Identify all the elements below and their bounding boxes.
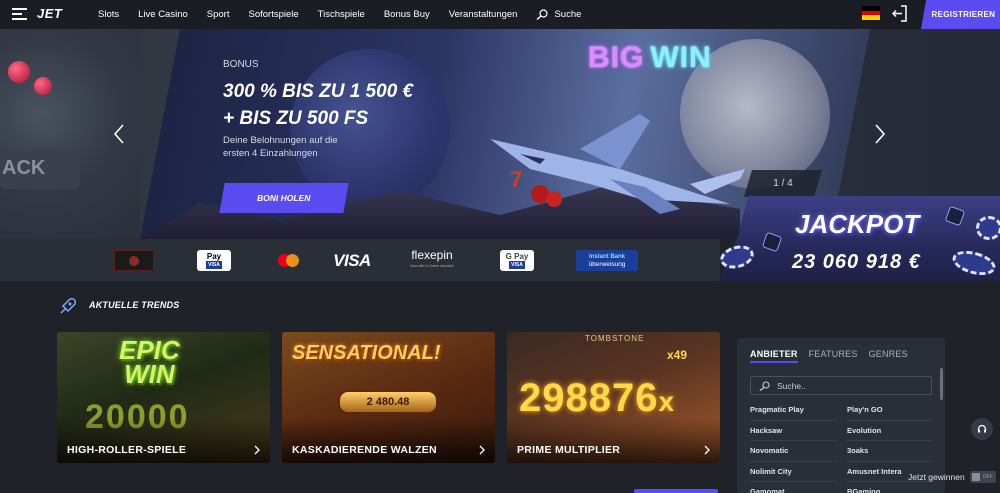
provider-list: Pragmatic Play Play'n GO Hacksaw Evoluti… [750, 400, 932, 493]
provider-item[interactable]: Hacksaw [750, 421, 837, 441]
jackpot-value: 23 060 918 € [792, 251, 921, 273]
tab-features[interactable]: FEATURES [809, 349, 858, 363]
chevron-left-icon[interactable] [113, 124, 125, 144]
provider-item[interactable]: Nolimit City [750, 462, 837, 482]
provider-item[interactable]: Play'n GO [847, 400, 932, 421]
nav-sofortspiele[interactable]: Sofortspiele [248, 9, 298, 20]
visa-logo: VISA [333, 250, 371, 270]
card-art-sensational: SENSATIONAL! [292, 342, 441, 364]
nav-sport[interactable]: Sport [207, 9, 230, 20]
mastercard-logo [274, 250, 302, 271]
apple-pay-logo: Pay VISA [197, 250, 231, 271]
card-label: KASKADIERENDE WALZEN [292, 444, 437, 456]
provider-item[interactable]: Gamomat [750, 482, 837, 493]
menu-icon[interactable] [12, 8, 27, 20]
provider-scrollbar[interactable] [940, 368, 943, 400]
win-toggle[interactable]: Jetzt gewinnen OFF [908, 471, 996, 483]
game-card-prime-multiplier[interactable]: TOMBSTONE x49 298876x PRIME MULTIPLIER [507, 332, 720, 463]
search-icon [536, 9, 549, 20]
trends-title: AKTUELLE TRENDS [89, 300, 180, 310]
google-pay-logo: G Pay VISA [500, 250, 534, 271]
nav-veranstaltungen[interactable]: Veranstaltungen [449, 9, 518, 20]
nav-tischspiele[interactable]: Tischspiele [318, 9, 365, 20]
cherry-icon [34, 77, 52, 95]
card-label: PRIME MULTIPLIER [517, 444, 621, 456]
game-card-cascading-reels[interactable]: SENSATIONAL! 2 480.48 KASKADIERENDE WALZ… [282, 332, 495, 463]
tab-genres[interactable]: GENRES [869, 349, 908, 363]
slot-machine-graphic: ACK [0, 149, 80, 189]
provider-panel: ANBIETER FEATURES GENRES Suche.. Pragmat… [737, 338, 945, 493]
nav-search[interactable]: Suche [536, 9, 581, 20]
card-art-epic-win: EPIC WIN [119, 335, 180, 389]
bottom-tab-indicator [634, 489, 718, 493]
rocket-icon [60, 298, 76, 314]
main-nav: Slots Live Casino Sport Sofortspiele Tis… [98, 0, 581, 29]
top-header: JET Slots Live Casino Sport Sofortspiele… [0, 0, 1000, 29]
tab-anbieter[interactable]: ANBIETER [750, 349, 798, 363]
nav-search-label: Suche [554, 9, 582, 20]
instant-bank-logo: Instant Bank überweisung [576, 250, 638, 271]
provider-item[interactable]: Pragmatic Play [750, 400, 837, 421]
jackpot-label: JACKPOT [795, 209, 920, 239]
provider-item[interactable]: BGaming [847, 482, 932, 493]
chevron-right-icon[interactable] [874, 124, 886, 144]
provider-item[interactable]: 3oaks [847, 441, 932, 462]
headset-icon [977, 424, 987, 433]
hero-bonus-label: BONUS [223, 59, 259, 70]
provider-tabs: ANBIETER FEATURES GENRES [750, 349, 919, 363]
support-chat-button[interactable] [971, 418, 993, 440]
nav-live-casino[interactable]: Live Casino [138, 9, 188, 20]
hero-title: 300 % BIS ZU 1 500 € + BIS ZU 500 FS [223, 81, 414, 129]
cherry-icon [8, 61, 30, 83]
game-card-high-roller[interactable]: EPIC WIN 20000 HIGH-ROLLER-SPIELE [57, 332, 270, 463]
seven-icon: 7 [510, 167, 522, 192]
provider-item[interactable]: Novomatic [750, 441, 837, 462]
login-icon[interactable] [892, 5, 908, 22]
chevron-right-icon [704, 445, 710, 455]
chevron-right-icon [479, 445, 485, 455]
provider-item[interactable]: Evolution [847, 421, 932, 441]
fighter-jet-graphic: 7 [490, 114, 745, 214]
provider-search-input[interactable]: Suche.. [750, 376, 932, 395]
card-art-tombstone: TOMBSTONE [585, 334, 645, 343]
search-icon [759, 380, 770, 391]
slide-counter: 1 / 4 [744, 170, 822, 197]
payment-logo-crypto [114, 250, 154, 271]
logo[interactable]: JET [37, 6, 62, 21]
big-win-logo: BIG WIN [588, 41, 712, 74]
card-art-badge: x49 [667, 348, 688, 362]
win-toggle-switch[interactable]: OFF [969, 471, 996, 483]
get-bonus-button[interactable]: BONI HOLEN [219, 183, 349, 213]
card-art-multiplier: 298876x [519, 376, 676, 420]
hero-description: Deine Belohnungen auf die ersten 4 Einza… [223, 135, 338, 159]
chevron-right-icon [254, 445, 260, 455]
german-flag-icon[interactable] [862, 6, 880, 21]
payment-methods-strip: Pay VISA VISA flexepin Now with In-Game de… [0, 239, 720, 281]
card-art-value: 2 480.48 [338, 390, 438, 414]
register-button[interactable]: REGISTRIEREN [921, 0, 1000, 29]
win-toggle-label: Jetzt gewinnen [908, 472, 965, 482]
casino-chip-icon [976, 216, 1000, 240]
flexepin-logo: flexepin Now with In-Game deposits! [410, 247, 454, 268]
nav-bonus-buy[interactable]: Bonus Buy [384, 9, 430, 20]
nav-slots[interactable]: Slots [98, 9, 119, 20]
card-label: HIGH-ROLLER-SPIELE [67, 444, 187, 456]
